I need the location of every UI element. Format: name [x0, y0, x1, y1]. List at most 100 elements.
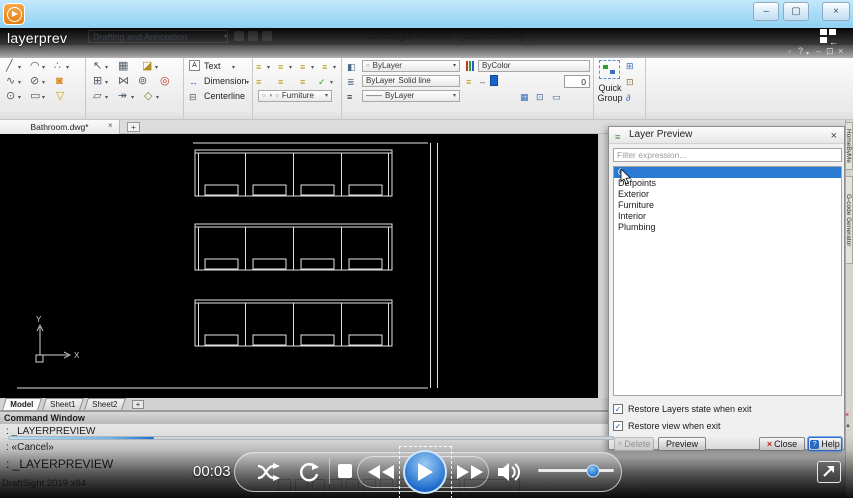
- rectangle-dropdown-icon[interactable]: ▾: [42, 94, 45, 102]
- layer-manager-icon[interactable]: ≡: [256, 61, 261, 73]
- fast-forward-button[interactable]: [455, 464, 485, 480]
- window-maximize-button[interactable]: ▢: [783, 2, 809, 21]
- scale-dropdown-icon[interactable]: ▾: [131, 94, 134, 102]
- stretch-tool-icon[interactable]: ▱: [93, 90, 101, 102]
- hatch-tool-icon[interactable]: ▽: [56, 90, 64, 102]
- entity-group-icon[interactable]: ⊞: [626, 60, 634, 72]
- open-file-icon[interactable]: [248, 31, 258, 41]
- transparency-icon[interactable]: ≡: [466, 76, 471, 88]
- arc-dropdown-icon[interactable]: ▾: [42, 64, 45, 72]
- layer-preview-icon[interactable]: ≡: [322, 61, 327, 73]
- text-tool-label[interactable]: Text: [204, 61, 221, 72]
- layer-freeze-icon[interactable]: ≡: [278, 61, 283, 73]
- dimension-tool-label[interactable]: Dimension: [204, 76, 247, 87]
- match-properties-icon[interactable]: ⊡: [536, 91, 544, 103]
- pattern-tool-icon[interactable]: ▦: [118, 60, 128, 72]
- text-dropdown-icon[interactable]: ▾: [232, 64, 235, 72]
- color-bars-icon[interactable]: [466, 61, 474, 71]
- ellipse-tool-icon[interactable]: ⊘: [30, 75, 39, 87]
- points-dropdown-icon[interactable]: ▾: [66, 64, 69, 72]
- picture-group-icon[interactable]: ⊡: [626, 76, 634, 88]
- dimension-tool-icon[interactable]: ↔: [189, 76, 198, 88]
- mirror-tool-icon[interactable]: ⋈: [118, 75, 129, 87]
- trim-tool-icon[interactable]: ◇: [144, 90, 152, 102]
- dimension-dropdown-icon[interactable]: ▾: [246, 79, 249, 87]
- tab-sheet2[interactable]: Sheet2: [84, 398, 126, 410]
- scale-tool-icon[interactable]: ↠: [118, 90, 127, 102]
- active-layer-dropdown[interactable]: ○ ◑ ○ Furniture ▾: [258, 90, 332, 102]
- replay-button[interactable]: [298, 461, 320, 483]
- layer-isolate-dropdown-icon[interactable]: ▾: [311, 64, 314, 72]
- scroll-up-icon[interactable]: ▲: [845, 423, 851, 429]
- stretch-dropdown-icon[interactable]: ▾: [105, 94, 108, 102]
- region-tool-icon[interactable]: ◙: [56, 75, 63, 87]
- volume-knob[interactable]: [586, 464, 599, 477]
- tab-model[interactable]: Model: [2, 398, 42, 410]
- text-tool-icon[interactable]: A: [189, 60, 200, 71]
- offset-tool-icon[interactable]: ⊚: [138, 75, 147, 87]
- erase-dropdown-icon[interactable]: ▾: [155, 64, 158, 72]
- layer-list-item-0[interactable]: 0: [614, 167, 841, 178]
- layer-list-item-furniture[interactable]: Furniture: [614, 200, 841, 211]
- entity-info-icon[interactable]: ▭: [552, 91, 561, 103]
- layer-list-item-interior[interactable]: Interior: [614, 211, 841, 222]
- reference-point-icon[interactable]: ◎: [160, 75, 170, 87]
- channel-watermark-icon[interactable]: ←: [820, 29, 846, 47]
- copy-dropdown-icon[interactable]: ▾: [105, 79, 108, 87]
- dialog-close-icon[interactable]: ×: [831, 128, 837, 144]
- layer-preview-dropdown-icon[interactable]: ▾: [333, 64, 336, 72]
- layer-delete-icon[interactable]: ≡: [300, 76, 305, 88]
- points-tool-icon[interactable]: ∴: [54, 60, 61, 72]
- line-tool-icon[interactable]: ╱: [6, 60, 13, 72]
- help-dropdown-icon[interactable]: ▾: [806, 49, 809, 60]
- edit-group-icon[interactable]: ∂: [626, 92, 630, 104]
- filter-expression-input[interactable]: [613, 148, 842, 162]
- layer-lock-icon[interactable]: ≡: [278, 76, 283, 88]
- doc-close-icon[interactable]: ×: [838, 46, 843, 57]
- transparency-slider-handle[interactable]: [490, 75, 498, 86]
- doc-restore-icon[interactable]: ⊡: [826, 46, 834, 57]
- layer-list-item-plumbing[interactable]: Plumbing: [614, 222, 841, 233]
- line-dropdown-icon[interactable]: ▾: [18, 64, 21, 72]
- centerline-tool-label[interactable]: Centerline: [204, 91, 245, 102]
- stop-button[interactable]: [337, 463, 353, 479]
- arc-tool-icon[interactable]: ◠: [30, 60, 40, 72]
- layer-list-item-defpoints[interactable]: Defpoints: [614, 178, 841, 189]
- line-style-icon[interactable]: ≣: [347, 76, 355, 88]
- layer-state-dropdown-icon[interactable]: ▾: [330, 79, 333, 87]
- new-file-icon[interactable]: [234, 31, 244, 41]
- quick-group-button[interactable]: Quick Group: [593, 83, 627, 103]
- restore-view-checkbox[interactable]: ✓: [613, 421, 623, 431]
- trim-dropdown-icon[interactable]: ▾: [156, 94, 159, 102]
- window-minimize-button[interactable]: –: [753, 2, 779, 21]
- new-document-tab-button[interactable]: +: [127, 122, 140, 132]
- document-tab-bathroom[interactable]: Bathroom.dwg*: [0, 120, 120, 134]
- drawing-scrollbar[interactable]: [598, 134, 608, 410]
- move-tool-icon[interactable]: ↖: [93, 60, 102, 72]
- workspace-selector[interactable]: Drafting and Annotation ▾: [88, 30, 228, 43]
- transparency-value-field[interactable]: 0: [564, 75, 590, 88]
- shuffle-button[interactable]: [256, 462, 283, 482]
- save-file-icon[interactable]: [262, 31, 272, 41]
- volume-button[interactable]: [497, 461, 523, 483]
- copy-tool-icon[interactable]: ⊞: [93, 75, 102, 87]
- doc-minimize-icon[interactable]: ‒: [816, 46, 821, 57]
- circle-tool-icon[interactable]: ⊙: [6, 90, 15, 102]
- line-color-dropdown[interactable]: ○ ByLayer ▾: [362, 60, 460, 72]
- circle-dropdown-icon[interactable]: ▾: [18, 94, 21, 102]
- palette-tab-homebyme[interactable]: HomeByMe: [845, 122, 853, 170]
- document-tab-close-icon[interactable]: ×: [108, 121, 113, 130]
- palette-close-icon[interactable]: ×: [845, 412, 849, 419]
- help-icon[interactable]: ?: [798, 46, 803, 57]
- window-close-button[interactable]: ×: [822, 2, 850, 21]
- centerline-tool-icon[interactable]: ⊟: [189, 91, 197, 103]
- line-weight-icon[interactable]: ≡: [347, 91, 352, 103]
- ellipse-dropdown-icon[interactable]: ▾: [42, 79, 45, 87]
- quick-group-icon[interactable]: [599, 60, 620, 79]
- layer-state-check-icon[interactable]: ✓: [318, 76, 326, 88]
- layer-hide-icon[interactable]: ≡: [256, 76, 261, 88]
- layer-isolate-icon[interactable]: ≡: [300, 61, 305, 73]
- restore-layers-checkbox[interactable]: ✓: [613, 404, 623, 414]
- rectangle-tool-icon[interactable]: ▭: [30, 90, 40, 102]
- layer-manager-dropdown-icon[interactable]: ▾: [267, 64, 270, 72]
